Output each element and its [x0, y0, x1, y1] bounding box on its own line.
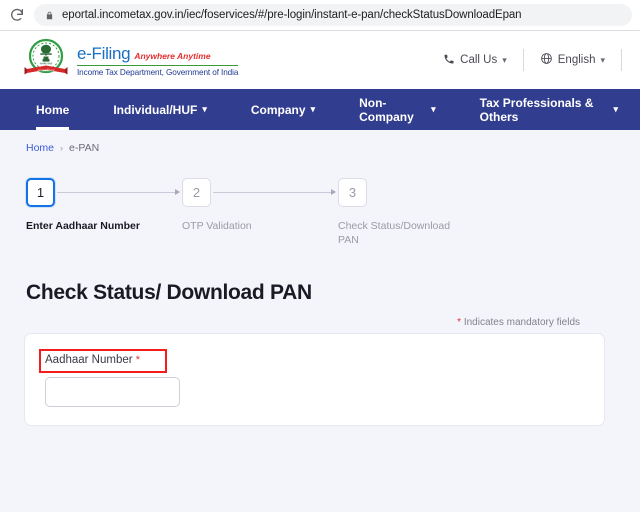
required-star: * — [135, 354, 141, 367]
mandatory-star: * — [457, 317, 462, 329]
step-label: Enter Aadhaar Number — [26, 220, 140, 232]
url-text: eportal.incometax.gov.in/iec/foservices/… — [62, 9, 522, 21]
svg-text:सत्यमेव जयते: सत्यमेव जयते — [40, 62, 53, 66]
nav-label: Non-Company — [359, 95, 414, 124]
step-label: Check Status/Download PAN — [338, 220, 451, 247]
nav-item-non-company[interactable]: Non-Company ▾ — [337, 89, 458, 130]
step-1-enter-aadhaar[interactable]: 1 Enter Aadhaar Number — [26, 178, 182, 247]
brand-text: e-Filing Anywhere Anytime Income Tax Dep… — [77, 44, 238, 77]
language-selector[interactable]: English ▾ — [524, 47, 621, 73]
step-number-box: 2 — [182, 178, 211, 207]
chevron-down-icon: ▾ — [613, 104, 618, 114]
chevron-down-icon: ▾ — [310, 104, 316, 114]
mandatory-fields-note: * Indicates mandatory fields — [24, 317, 616, 328]
site-header: सत्यमेव जयते आयकर विभाग e-Filing Anywher… — [0, 31, 640, 89]
breadcrumb-home[interactable]: Home — [26, 142, 54, 154]
page-title: Check Status/ Download PAN — [26, 281, 312, 305]
step-label: OTP Validation — [182, 220, 252, 232]
chevron-down-icon: ▾ — [431, 104, 436, 114]
step-number-box: 3 — [338, 178, 367, 207]
call-us-label: Call Us — [460, 54, 498, 66]
nav-item-home[interactable]: Home — [14, 89, 91, 130]
step-connector — [57, 189, 180, 195]
page-content: Home › e-PAN 1 Enter Aadhaar Number 2 OT… — [0, 130, 640, 512]
nav-label: Individual/HUF — [113, 102, 198, 117]
lock-icon — [44, 9, 54, 21]
brand-tagline: Anywhere Anytime — [134, 50, 211, 61]
aadhaar-number-label: Aadhaar Number * — [39, 349, 167, 374]
step-3-check-status[interactable]: 3 Check Status/Download PAN — [338, 178, 494, 247]
nav-label: Tax Professionals & Others — [479, 95, 594, 124]
mandatory-note-text: Indicates mandatory fields — [463, 317, 580, 329]
aadhaar-number-input[interactable] — [45, 377, 180, 408]
header-divider — [621, 49, 622, 71]
chevron-down-icon: ▾ — [502, 54, 507, 65]
breadcrumb: Home › e-PAN — [24, 130, 616, 154]
chevron-down-icon: ▾ — [202, 104, 207, 114]
brand-name: e-Filing — [77, 43, 131, 63]
call-us-button[interactable]: Call Us ▾ — [427, 47, 523, 73]
aadhaar-label-text: Aadhaar Number — [45, 354, 133, 367]
step-number-box: 1 — [26, 178, 55, 207]
nav-item-tax-professionals[interactable]: Tax Professionals & Others ▾ — [458, 89, 640, 130]
globe-icon — [540, 52, 553, 68]
brand-primary-line: e-Filing Anywhere Anytime — [77, 43, 239, 66]
browser-toolbar: eportal.incometax.gov.in/iec/foservices/… — [0, 0, 640, 30]
step-2-otp-validation[interactable]: 2 OTP Validation — [182, 178, 338, 247]
header-utilities: Call Us ▾ English ▾ — [427, 47, 622, 73]
address-bar[interactable]: eportal.incometax.gov.in/iec/foservices/… — [34, 4, 632, 26]
language-label: English — [557, 54, 596, 66]
brand-logo[interactable]: सत्यमेव जयते आयकर विभाग e-Filing Anywher… — [22, 37, 238, 83]
brand-department: Income Tax Department, Government of Ind… — [77, 67, 239, 77]
chevron-down-icon: ▾ — [600, 54, 605, 65]
aadhaar-form-card: Aadhaar Number * — [24, 333, 605, 427]
progress-stepper: 1 Enter Aadhaar Number 2 OTP Validation … — [24, 154, 616, 247]
main-navigation: Home Individual/HUF ▾ Company ▾ Non-Comp… — [0, 89, 640, 130]
svg-text:आयकर विभाग: आयकर विभाग — [38, 68, 55, 72]
india-emblem-icon: सत्यमेव जयते आयकर विभाग — [22, 37, 70, 83]
nav-item-individual-huf[interactable]: Individual/HUF ▾ — [91, 89, 229, 130]
nav-label: Company — [250, 102, 306, 117]
step-connector — [213, 189, 336, 195]
nav-label: Home — [36, 102, 70, 117]
nav-item-company[interactable]: Company ▾ — [229, 89, 337, 130]
breadcrumb-separator: › — [60, 143, 64, 153]
reload-icon[interactable] — [8, 6, 26, 24]
breadcrumb-current: e-PAN — [69, 142, 100, 154]
phone-icon — [443, 53, 455, 68]
